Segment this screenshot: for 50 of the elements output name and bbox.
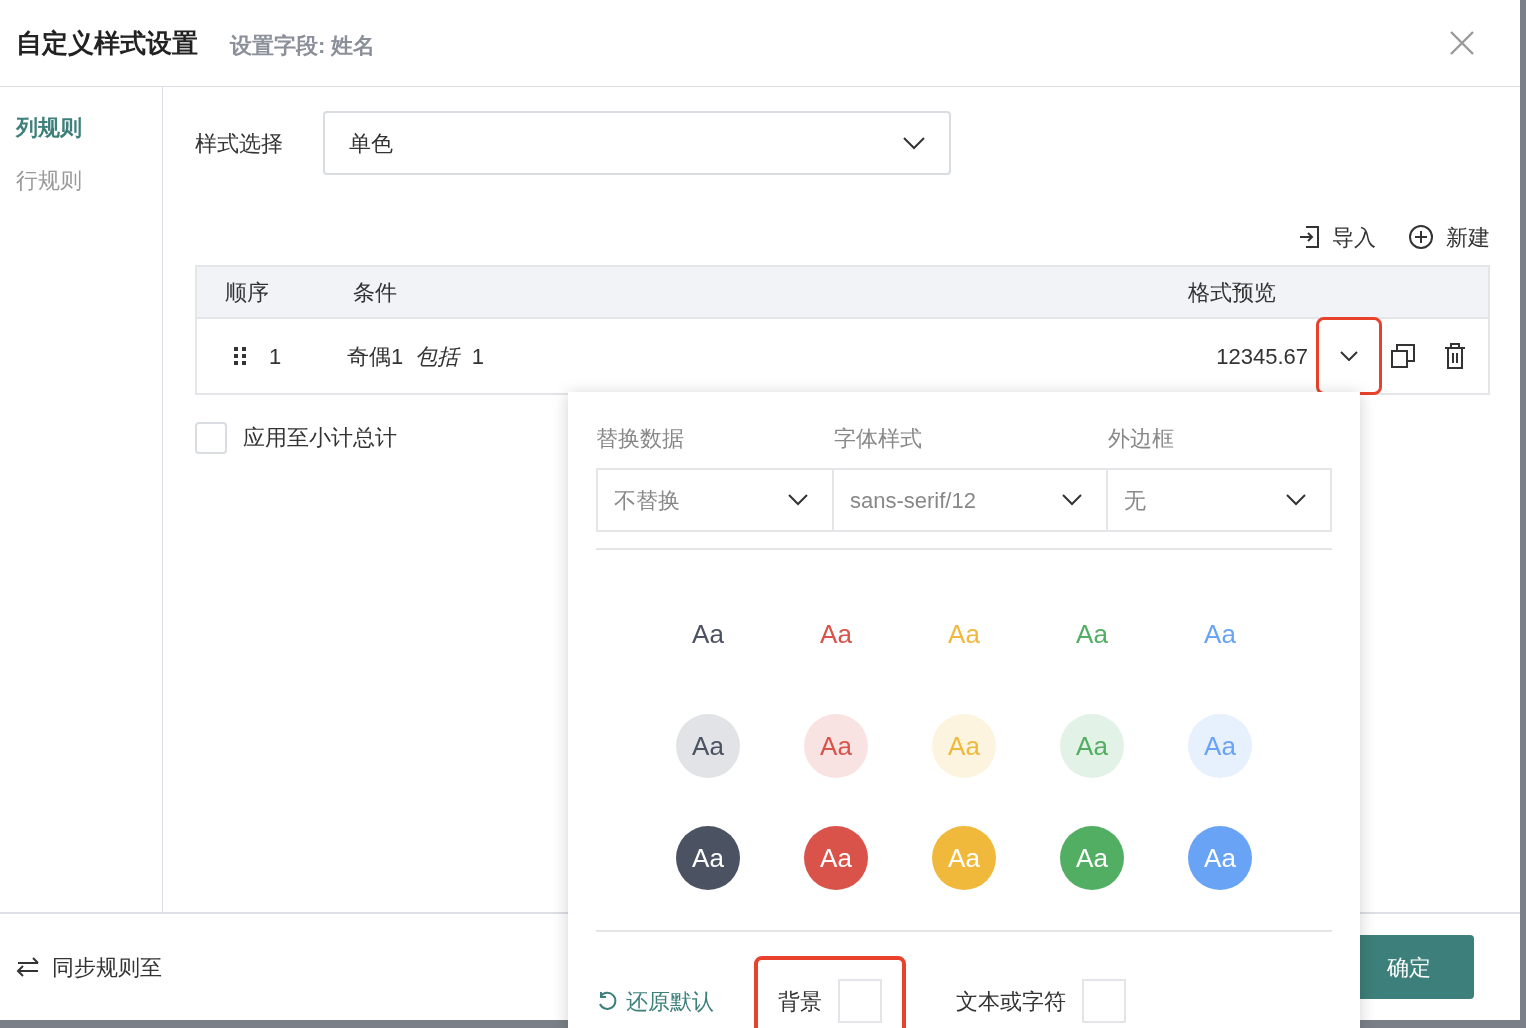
drag-handle-icon[interactable] [233,346,247,366]
table-cell-text: 1 [269,342,283,371]
chevron-down-icon [1340,351,1358,361]
swap-arrows-icon [16,956,40,978]
copy-icon[interactable] [1390,343,1416,369]
field-label: 替换数据 [596,425,685,453]
new-button[interactable]: 新建 [1408,220,1490,254]
text-color-option[interactable]: Aa [676,602,740,666]
dropdown-field[interactable]: 不替换 [596,468,834,532]
color-picker-option[interactable]: 文本或字符 [932,956,1150,1028]
solid-color-option[interactable]: Aa [676,826,740,890]
column-header: 条件 [353,278,398,307]
chevron-down-icon [1286,494,1306,506]
column-header: 顺序 [225,278,270,307]
sync-rules-button[interactable]: 同步规则至 [16,950,162,984]
reset-default-button[interactable]: 还原默认 [596,984,714,1018]
solid-color-option[interactable]: Aa [1188,826,1252,890]
chevron-down-icon [788,494,808,506]
trash-icon[interactable] [1444,343,1466,369]
checkbox[interactable] [195,421,227,454]
sidebar-tab[interactable]: 行规则 [16,164,162,197]
chevron-down-icon [1062,494,1082,506]
plus-circle-icon [1408,224,1434,250]
field-label: 外边框 [1108,425,1175,453]
field-label: 字体样式 [834,425,923,453]
text-color-option[interactable]: Aa [1060,602,1124,666]
table-cell-text: 12345.67 [1216,342,1308,371]
color-picker-option[interactable]: 背景 [754,956,906,1028]
light-color-option[interactable]: Aa [1060,714,1124,778]
style-select[interactable]: 单色 [323,111,951,175]
solid-color-option[interactable]: Aa [804,826,868,890]
checkbox-label: 应用至小计总计 [243,424,397,452]
column-header: 格式预览 [1188,278,1277,307]
light-color-option[interactable]: Aa [1188,714,1252,778]
light-color-option[interactable]: Aa [676,714,740,778]
dialog-subtitle: 设置字段: 姓名 [230,31,376,60]
text-color-option[interactable]: Aa [1188,602,1252,666]
table-cell-text: 奇偶1 包括 1 [347,342,485,371]
sidebar-tab[interactable]: 列规则 [16,111,162,144]
chevron-down-icon [903,136,925,150]
import-button[interactable]: 导入 [1298,220,1376,254]
undo-icon [596,990,618,1012]
solid-color-option[interactable]: Aa [1060,826,1124,890]
dialog-title: 自定义样式设置 [16,26,198,60]
style-select-label: 样式选择 [195,129,284,158]
light-color-option[interactable]: Aa [804,714,868,778]
dropdown-field[interactable]: 无 [1108,468,1332,532]
import-icon [1298,225,1320,249]
text-color-option[interactable]: Aa [804,602,868,666]
dropdown-field[interactable]: sans-serif/12 [834,468,1108,532]
